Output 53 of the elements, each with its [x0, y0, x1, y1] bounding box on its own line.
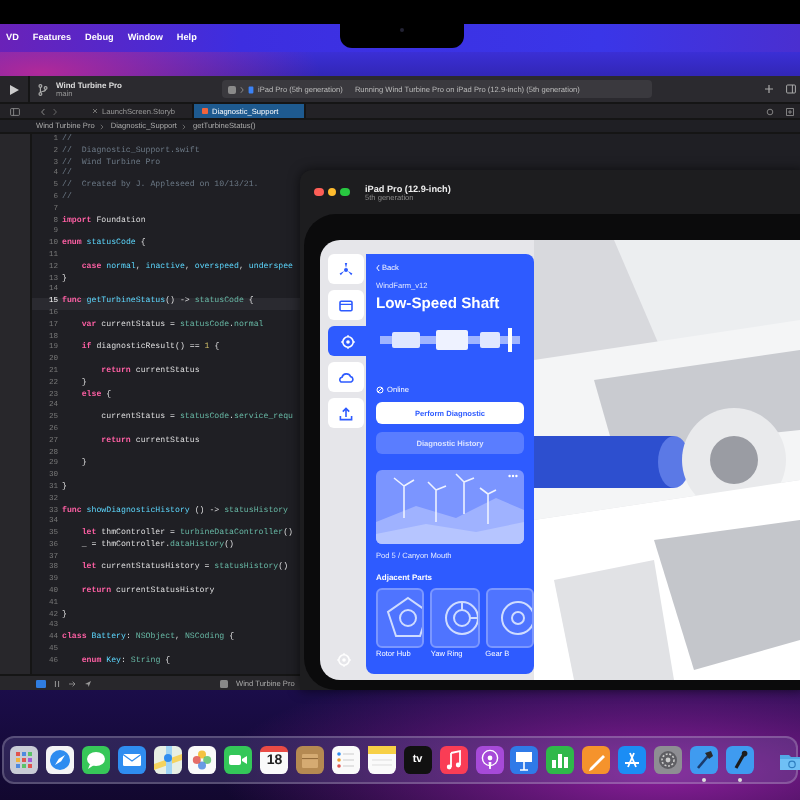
close-button[interactable] — [314, 187, 323, 197]
split-view-icon[interactable] — [786, 84, 796, 94]
tool-icon[interactable] — [725, 746, 754, 774]
console-icon[interactable] — [36, 679, 46, 687]
close-icon[interactable] — [92, 108, 98, 114]
part-card[interactable] — [376, 588, 425, 648]
fan-icon — [336, 259, 356, 279]
chat-bubble-icon[interactable] — [81, 746, 110, 774]
signal-icon — [376, 386, 384, 394]
sidebar-tab[interactable] — [328, 398, 364, 428]
branch-icon — [38, 83, 48, 95]
notepad-icon[interactable] — [367, 746, 396, 774]
part-card[interactable] — [430, 588, 480, 648]
step-icon[interactable] — [68, 679, 76, 687]
sidebar-tab[interactable] — [328, 254, 364, 284]
music-note-icon[interactable] — [439, 746, 468, 774]
sidebar-tab[interactable] — [328, 326, 366, 356]
sidebar-tab[interactable] — [328, 290, 364, 320]
hammer-icon[interactable] — [689, 746, 718, 774]
swift-file-icon — [202, 108, 208, 114]
app-icon — [228, 85, 236, 93]
checklist-icon[interactable] — [332, 746, 361, 774]
pencil-icon[interactable] — [582, 746, 611, 774]
flower-icon[interactable] — [188, 746, 217, 774]
podium-icon[interactable] — [510, 746, 539, 774]
sidebar-toggle-icon[interactable] — [10, 107, 20, 115]
part-card[interactable] — [485, 588, 534, 648]
gear-icon[interactable] — [654, 746, 683, 774]
cloud-icon — [336, 367, 356, 387]
play-button[interactable] — [8, 83, 20, 95]
tablet-icon — [248, 85, 254, 93]
minimize-button[interactable] — [327, 187, 336, 197]
location-icon[interactable] — [84, 679, 92, 687]
pause-icon[interactable] — [54, 679, 60, 687]
card-icon — [336, 295, 356, 315]
map-icon[interactable] — [153, 746, 182, 774]
gear-icon — [337, 331, 357, 351]
add-editor-icon[interactable] — [786, 107, 794, 115]
plus-icon[interactable] — [764, 84, 774, 94]
box-icon[interactable] — [296, 746, 325, 774]
video-camera-icon[interactable] — [224, 746, 253, 774]
app-icon — [220, 679, 228, 687]
back-icon[interactable] — [40, 107, 46, 115]
zoom-button[interactable] — [340, 187, 349, 197]
envelope-icon[interactable] — [117, 746, 146, 774]
sidebar-tab[interactable] — [328, 362, 364, 392]
podcast-icon[interactable] — [475, 746, 504, 774]
app-store-icon[interactable] — [618, 746, 647, 774]
compass-icon[interactable] — [45, 746, 74, 774]
refresh-icon[interactable] — [766, 107, 774, 115]
bar-chart-icon[interactable] — [546, 746, 575, 774]
grid-icon[interactable] — [10, 746, 38, 774]
upload-icon — [336, 403, 356, 423]
